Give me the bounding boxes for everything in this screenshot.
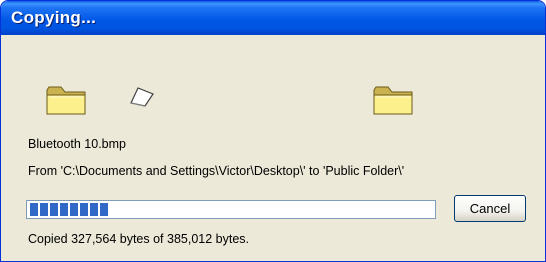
paper-sheet-icon — [128, 85, 156, 109]
destination-folder-icon — [372, 82, 414, 116]
copy-source-destination: From 'C:\Documents and Settings\Victor\D… — [28, 164, 405, 178]
window-title: Copying... — [11, 8, 97, 27]
dialog-body: Bluetooth 10.bmp From 'C:\Documents and … — [1, 35, 545, 261]
copy-progress-bar — [26, 200, 436, 219]
bytes-copied-status: Copied 327,564 bytes of 385,012 bytes. — [28, 232, 249, 246]
file-name: Bluetooth 10.bmp — [28, 137, 126, 151]
source-folder-icon — [45, 82, 87, 116]
progress-fill — [30, 203, 111, 216]
cancel-button[interactable]: Cancel — [454, 195, 526, 222]
copy-dialog: Copying... Bluetooth 10.bmp From 'C:\Doc… — [0, 0, 546, 262]
title-bar[interactable]: Copying... — [1, 1, 545, 35]
